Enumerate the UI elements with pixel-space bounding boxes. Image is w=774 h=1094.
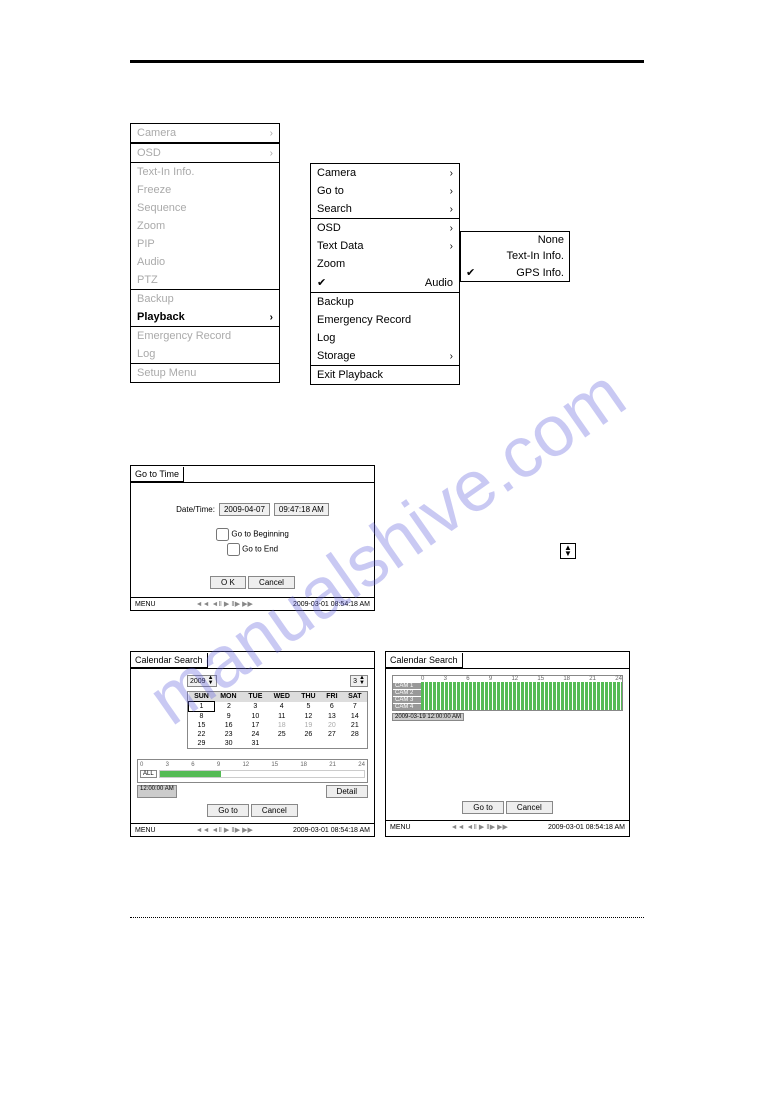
status-bar: MENU ◄◄◄Ⅱ▶Ⅱ▶▶▶ 2009-03-01 08:54:18 AM (131, 597, 374, 610)
chevron-right-icon: › (270, 128, 273, 139)
menu-item-log[interactable]: Log (131, 345, 279, 364)
menu-label[interactable]: MENU (135, 827, 156, 834)
menu2-search[interactable]: Search› (311, 200, 459, 219)
calendar-search-dialog-1: Calendar Search 2009▲▼ 3▲▼ SUNMONTUEWEDT… (130, 651, 375, 837)
spinner-icon: ▲▼ (560, 543, 576, 559)
chevron-right-icon: › (450, 186, 453, 197)
chevron-right-icon: › (450, 204, 453, 215)
chevron-right-icon: › (450, 351, 453, 362)
chevron-right-icon: › (270, 148, 273, 159)
camera-timeline[interactable]: 03691215182124 CAM 1 CAM 2 CAM 3 CAM 4 (392, 675, 623, 711)
check-icon: ✔ (317, 276, 327, 289)
datetime-label: Date/Time: (176, 505, 215, 514)
chevron-right-icon: › (450, 168, 453, 179)
menu-item-emergency[interactable]: Emergency Record (131, 327, 279, 345)
status-bar: MENU ◄◄◄Ⅱ▶Ⅱ▶▶▶ 2009-03-01 08:54:18 AM (386, 820, 629, 833)
dialog-title: Calendar Search (386, 653, 463, 668)
menu-item-osd[interactable]: OSD› (131, 143, 279, 163)
check-icon: ✔ (466, 266, 476, 279)
menu-item-zoom[interactable]: Zoom (131, 217, 279, 235)
header-rule (130, 60, 644, 63)
footer-dotline (130, 917, 644, 918)
status-time: 2009-03-01 08:54:18 AM (293, 601, 370, 608)
context-menu-2: Camera› Go to› Search› OSD› Text Data› Z… (310, 163, 460, 385)
menu2-goto[interactable]: Go to› (311, 182, 459, 200)
year-spinner[interactable]: 2009▲▼ (187, 675, 217, 687)
timeline-datetime: 2009-03-19 12:00:00 AM (392, 713, 464, 721)
all-label: ALL (140, 770, 157, 778)
menu-item-setupmenu[interactable]: Setup Menu (131, 364, 279, 382)
menu2-audio[interactable]: ✔Audio (311, 273, 459, 293)
playback-controls[interactable]: ◄◄◄Ⅱ▶Ⅱ▶▶▶ (196, 600, 253, 608)
chevron-right-icon: › (450, 223, 453, 234)
menu-item-backup[interactable]: Backup (131, 290, 279, 308)
calendar-search-dialog-2: Calendar Search 03691215182124 CAM 1 CAM… (385, 651, 630, 837)
goto-button[interactable]: Go to (462, 801, 504, 814)
submenu-textin[interactable]: Text-In Info. (461, 248, 569, 264)
calendar-grid[interactable]: SUNMONTUEWEDTHUFRISAT 1234567 8910111213… (187, 691, 368, 749)
goto-button[interactable]: Go to (207, 804, 249, 817)
cancel-button[interactable]: Cancel (251, 804, 298, 817)
menu2-exitplayback[interactable]: Exit Playback (311, 366, 459, 384)
menu-label[interactable]: MENU (135, 601, 156, 608)
playback-controls[interactable]: ◄◄◄Ⅱ▶Ⅱ▶▶▶ (196, 826, 253, 834)
timeline[interactable]: 03691215182124 ALL (137, 759, 368, 783)
menu2-log[interactable]: Log (311, 329, 459, 347)
menu-item-audio[interactable]: Audio (131, 253, 279, 271)
detail-button[interactable]: Detail (326, 785, 368, 798)
chevron-right-icon: › (450, 241, 453, 252)
menu2-zoom[interactable]: Zoom (311, 255, 459, 273)
menu2-backup[interactable]: Backup (311, 293, 459, 311)
playback-controls[interactable]: ◄◄◄Ⅱ▶Ⅱ▶▶▶ (451, 823, 508, 831)
menu2-textdata[interactable]: Text Data› (311, 237, 459, 255)
menu-item-camera[interactable]: Camera› (131, 124, 279, 143)
dialog-title: Go to Time (131, 467, 184, 482)
status-time: 2009-03-01 08:54:18 AM (293, 827, 370, 834)
status-time: 2009-03-01 08:54:18 AM (548, 824, 625, 831)
submenu-textdata: None Text-In Info. ✔GPS Info. (460, 231, 570, 282)
date-field[interactable]: 2009-04-07 (219, 503, 270, 516)
submenu-gpsinfo[interactable]: ✔GPS Info. (461, 264, 569, 281)
menu-item-freeze[interactable]: Freeze (131, 181, 279, 199)
chevron-right-icon: › (270, 312, 273, 323)
cancel-button[interactable]: Cancel (248, 576, 295, 589)
menu-item-pip[interactable]: PIP (131, 235, 279, 253)
status-bar: MENU ◄◄◄Ⅱ▶Ⅱ▶▶▶ 2009-03-01 08:54:18 AM (131, 823, 374, 836)
menu2-storage[interactable]: Storage› (311, 347, 459, 366)
submenu-none[interactable]: None (461, 232, 569, 248)
menu2-emergency[interactable]: Emergency Record (311, 311, 459, 329)
menu-item-sequence[interactable]: Sequence (131, 199, 279, 217)
time-field[interactable]: 09:47:18 AM (274, 503, 329, 516)
menu2-osd[interactable]: OSD› (311, 219, 459, 237)
month-spinner[interactable]: 3▲▼ (350, 675, 368, 687)
goto-end-checkbox[interactable] (227, 543, 240, 556)
cancel-button[interactable]: Cancel (506, 801, 553, 814)
menu-item-ptz[interactable]: PTZ (131, 271, 279, 290)
menu-label[interactable]: MENU (390, 824, 411, 831)
goto-beginning-checkbox[interactable] (216, 528, 229, 541)
dialog-title: Calendar Search (131, 653, 208, 668)
menu-item-playback[interactable]: Playback› (131, 308, 279, 327)
gototime-dialog: Go to Time Date/Time: 2009-04-07 09:47:1… (130, 465, 375, 611)
menu2-camera[interactable]: Camera› (311, 164, 459, 182)
menu-item-textin[interactable]: Text-In Info. (131, 163, 279, 181)
timeline-time: 12:00:00 AM (137, 785, 177, 798)
context-menu-1: Camera› OSD› Text-In Info. Freeze Sequen… (130, 123, 280, 383)
ok-button[interactable]: O K (210, 576, 246, 589)
